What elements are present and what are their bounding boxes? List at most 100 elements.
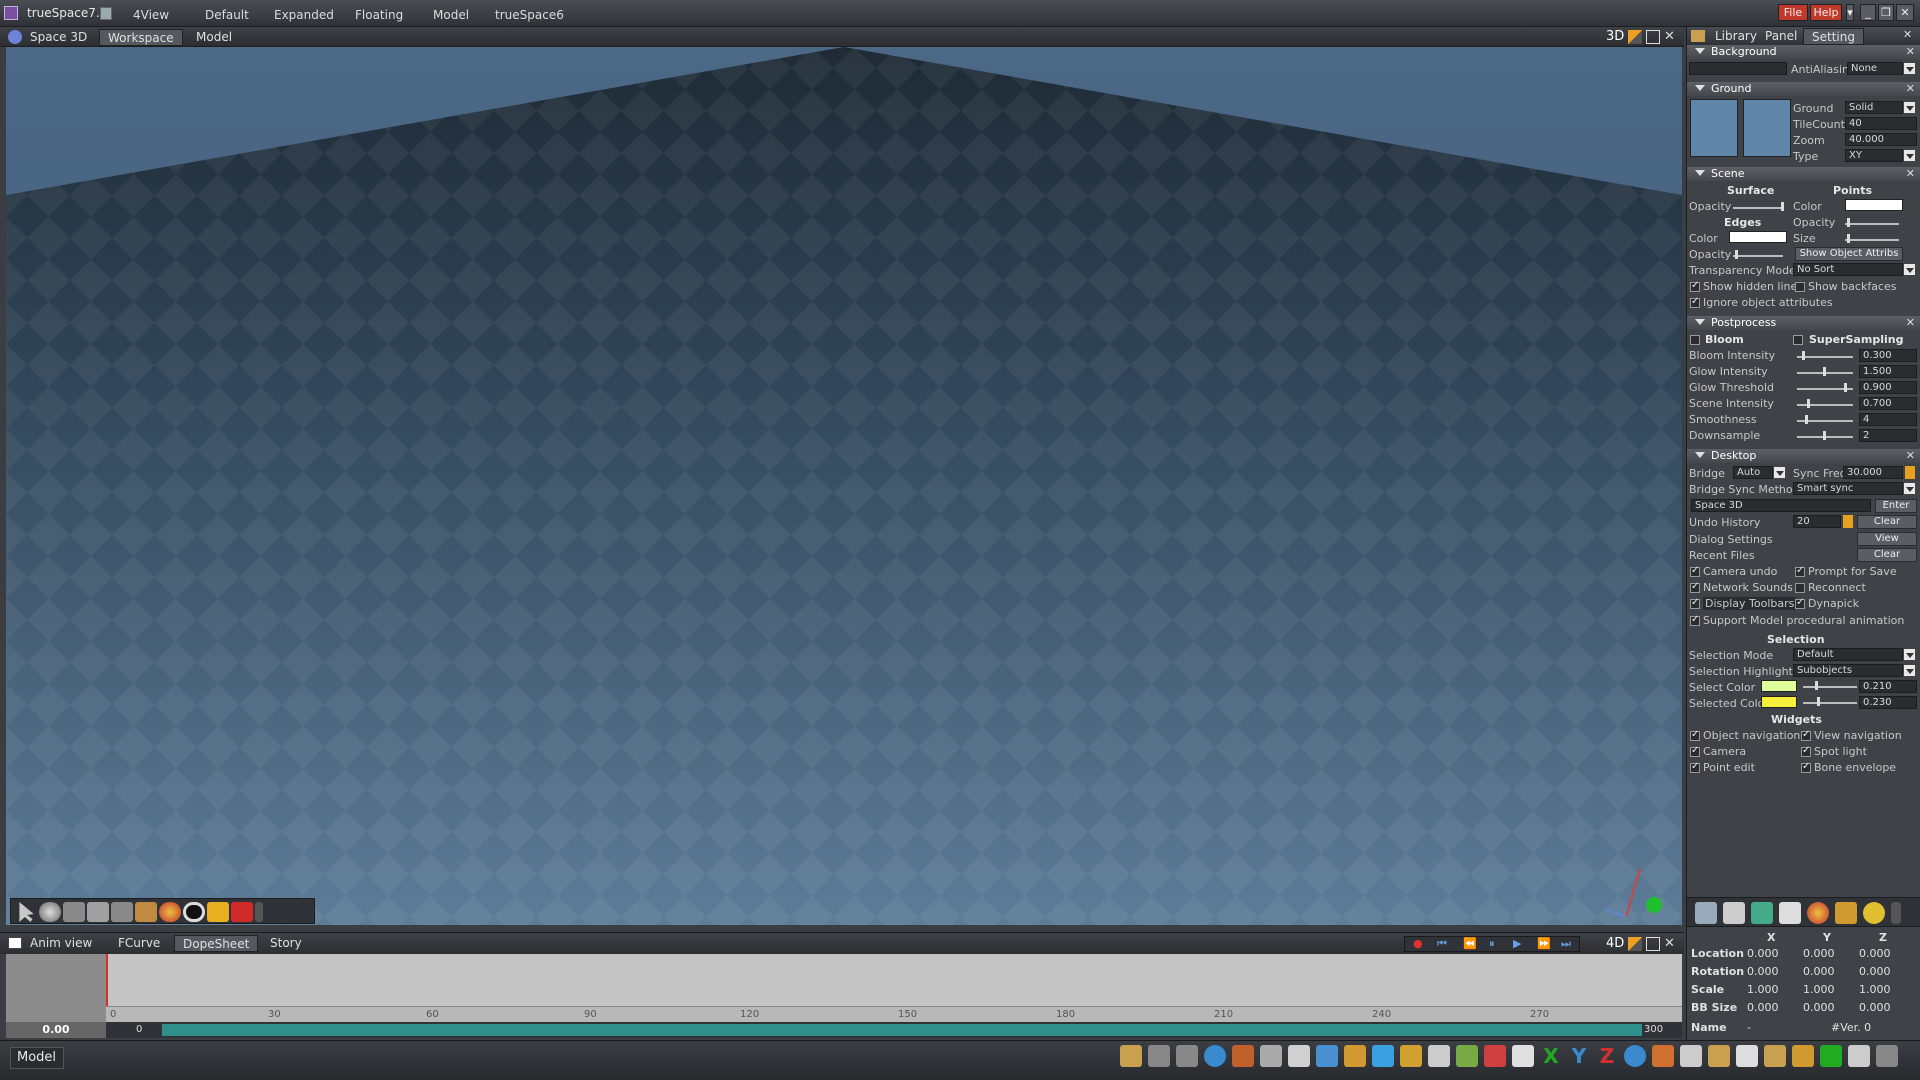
display-toolbars-checkbox[interactable] (1690, 597, 1700, 609)
tools-icon[interactable] (111, 902, 133, 922)
dropdown-icon[interactable] (1903, 263, 1916, 276)
section-background[interactable]: Background ✕ (1687, 45, 1920, 59)
postprocess-value[interactable]: 4 (1859, 413, 1917, 426)
transform-value[interactable]: 1.000 (1859, 983, 1891, 996)
layout-dropdown-button[interactable] (100, 7, 112, 20)
menu-expanded[interactable]: Expanded (274, 8, 334, 22)
transform-value[interactable]: 0.000 (1859, 965, 1891, 978)
edges-opacity-slider[interactable] (1733, 255, 1783, 257)
transform-value[interactable]: 1.000 (1747, 983, 1779, 996)
move-icon[interactable] (1456, 1045, 1478, 1067)
grid-icon[interactable] (1260, 1045, 1282, 1067)
transform-value[interactable]: 0.000 (1859, 947, 1891, 960)
postprocess-slider[interactable] (1797, 356, 1853, 358)
paint-icon[interactable] (1400, 1045, 1422, 1067)
cylinder-icon[interactable] (63, 902, 85, 922)
select-color-value[interactable]: 0.210 (1859, 680, 1917, 693)
material-ball-icon[interactable] (1807, 902, 1829, 924)
undo-clear-button[interactable]: Clear (1857, 515, 1917, 529)
slider-knob[interactable] (1802, 351, 1805, 360)
reconnect-checkbox[interactable] (1795, 583, 1805, 593)
ignore-object-attributes-checkbox[interactable] (1690, 296, 1700, 308)
spot-light-checkbox[interactable] (1801, 745, 1811, 757)
surface-opacity-slider[interactable] (1733, 207, 1783, 209)
postprocess-slider[interactable] (1797, 404, 1853, 406)
range-end[interactable]: 300 (1644, 1024, 1663, 1035)
extra-tool-icon[interactable] (1876, 1045, 1898, 1067)
section-postprocess[interactable]: Postprocess ✕ (1687, 316, 1920, 330)
axis-toggle-icon[interactable] (1820, 1045, 1842, 1067)
slider-knob[interactable] (1781, 202, 1784, 211)
menu-4view[interactable]: 4View (133, 8, 169, 22)
joint-icon[interactable] (1792, 1045, 1814, 1067)
light-bulb-icon[interactable] (1863, 902, 1885, 924)
wrench-icon[interactable] (1148, 1045, 1170, 1067)
dropdown-icon[interactable] (1903, 664, 1916, 677)
support-procedural-checkbox[interactable] (1690, 614, 1700, 626)
stepper-icon[interactable] (1843, 515, 1853, 528)
slider-knob[interactable] (1805, 415, 1808, 424)
dropdown-icon[interactable] (1773, 466, 1786, 479)
bridge-select[interactable]: Auto (1733, 466, 1773, 479)
points-color-swatch[interactable] (1845, 199, 1903, 211)
slider-knob[interactable] (1815, 681, 1818, 690)
torus-icon[interactable] (183, 902, 205, 922)
points-opacity-slider[interactable] (1845, 223, 1899, 225)
transform-value[interactable]: 0.000 (1747, 1001, 1779, 1014)
go-start-icon[interactable]: ⏮ (1437, 937, 1447, 951)
transform-value[interactable]: 0.000 (1747, 947, 1779, 960)
pin-icon[interactable] (1628, 30, 1642, 44)
camera-checkbox[interactable] (1690, 745, 1700, 757)
postprocess-value[interactable]: 0.900 (1859, 381, 1917, 394)
camera-undo-checkbox[interactable] (1690, 565, 1700, 577)
file-menu-button[interactable]: File (1778, 4, 1808, 21)
sync-freq-field[interactable]: 30.000 (1843, 466, 1903, 479)
tab-setting[interactable]: Setting (1803, 28, 1864, 45)
fast-forward-icon[interactable]: ⏩ (1537, 937, 1551, 950)
anim-maximize-icon[interactable] (1646, 937, 1660, 951)
bone-envelope-checkbox[interactable] (1801, 761, 1811, 773)
pointer-icon[interactable] (1680, 1045, 1702, 1067)
range-start[interactable]: 0 (136, 1024, 142, 1035)
menu-floating[interactable]: Floating (355, 8, 403, 22)
y-axis-icon[interactable]: Y (1568, 1045, 1590, 1067)
name-value[interactable]: - (1747, 1021, 1751, 1034)
shape-icon[interactable] (1484, 1045, 1506, 1067)
object-navigation-checkbox[interactable] (1690, 729, 1700, 741)
tab-panel[interactable]: Panel (1757, 28, 1805, 45)
clear-icon[interactable] (1652, 1045, 1674, 1067)
network-sounds-checkbox[interactable] (1690, 581, 1700, 593)
antialiasing-select[interactable]: None (1847, 62, 1903, 75)
tab-fcurve[interactable]: FCurve (110, 935, 168, 952)
sphere-icon[interactable] (39, 902, 61, 922)
point-edit-checkbox[interactable] (1690, 761, 1700, 773)
cube-orange-icon[interactable] (1344, 1045, 1366, 1067)
view-mode-4d[interactable]: 4D (1606, 936, 1624, 951)
dropdown-icon[interactable] (1903, 648, 1916, 661)
menu-default[interactable]: Default (205, 8, 249, 22)
cube-blue-icon[interactable] (1316, 1045, 1338, 1067)
prompt-for-save-checkbox[interactable] (1795, 565, 1805, 577)
image-icon[interactable] (1288, 1045, 1310, 1067)
points-size-slider[interactable] (1845, 239, 1899, 241)
anim-pin-icon[interactable] (1628, 937, 1642, 951)
maximize-view-icon[interactable] (1646, 30, 1660, 44)
section-close-icon[interactable]: ✕ (1906, 449, 1915, 462)
enter-button[interactable]: Enter (1875, 499, 1917, 513)
render-icon[interactable] (1723, 902, 1745, 924)
selected-color-value[interactable]: 0.230 (1859, 696, 1917, 709)
restore-icon[interactable]: ❐ (1878, 4, 1894, 21)
view-mode-3d[interactable]: 3D (1606, 29, 1624, 44)
menu-model[interactable]: Model (433, 8, 469, 22)
pivot-icon[interactable] (1764, 1045, 1786, 1067)
section-desktop[interactable]: Desktop ✕ (1687, 449, 1920, 463)
toolbar-more-icon[interactable] (255, 902, 263, 922)
type-select[interactable]: XY (1845, 149, 1903, 162)
context-field[interactable]: Model (10, 1047, 64, 1069)
material-icon[interactable] (159, 902, 181, 922)
ground-color-swatch-2[interactable] (1743, 99, 1791, 157)
timeline-ruler[interactable]: 0 30 60 90 120 150 180 210 240 270 (106, 1006, 1682, 1022)
selection-mode-select[interactable]: Default (1793, 648, 1903, 661)
recent-clear-button[interactable]: Clear (1857, 548, 1917, 562)
slider-knob[interactable] (1817, 697, 1820, 706)
